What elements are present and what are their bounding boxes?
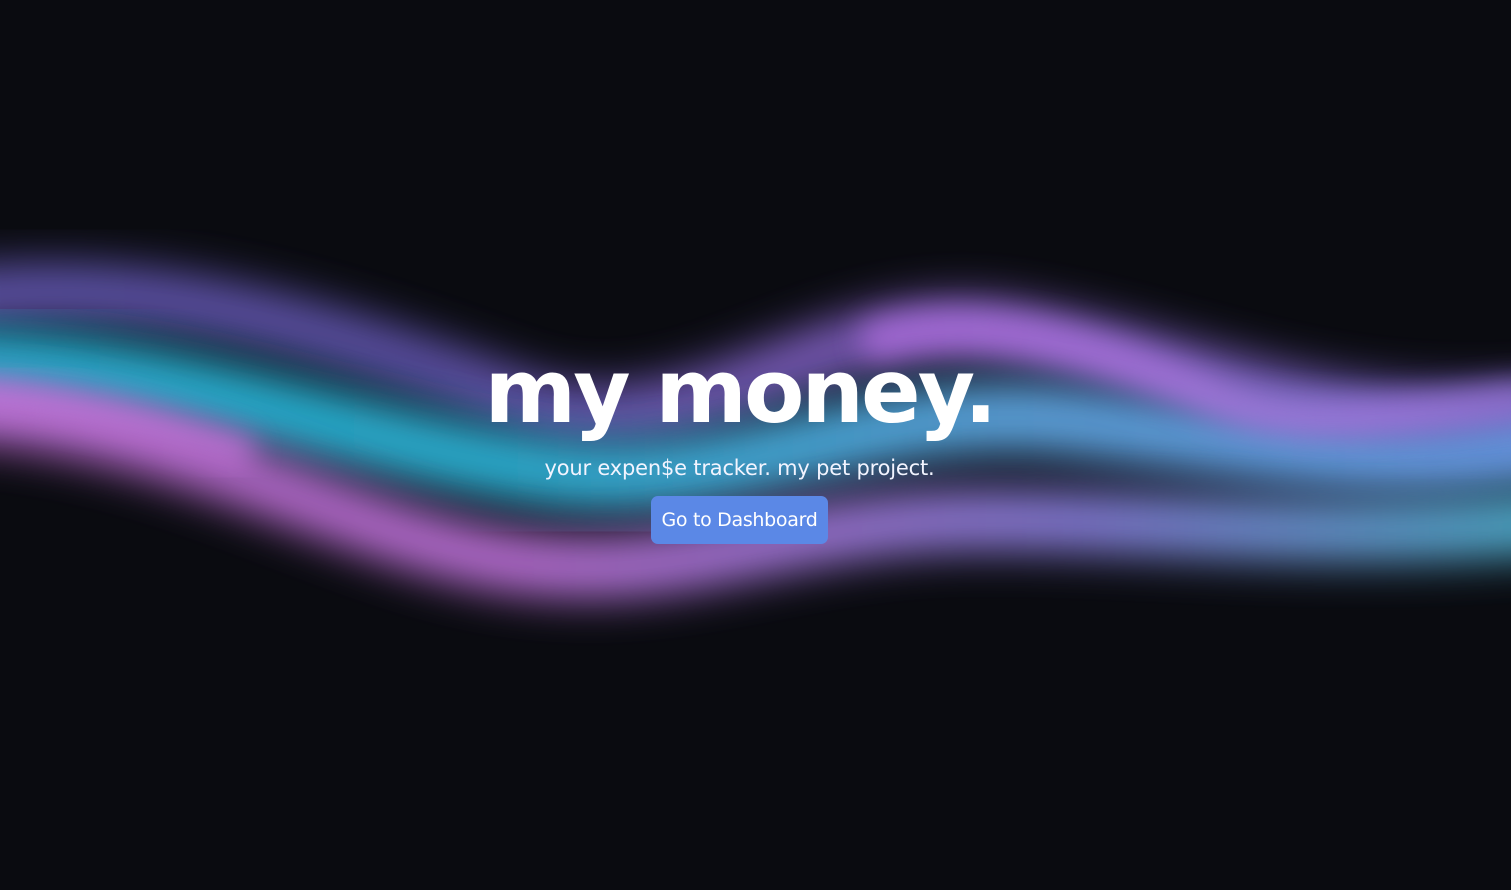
- hero-section: my money. your expen$e tracker. my pet p…: [0, 330, 1511, 544]
- landing-page: my money. your expen$e tracker. my pet p…: [0, 0, 1511, 890]
- hero-subtitle: your expen$e tracker. my pet project.: [544, 456, 935, 480]
- hero-title: my money.: [484, 340, 998, 443]
- go-to-dashboard-button[interactable]: Go to Dashboard: [651, 496, 828, 544]
